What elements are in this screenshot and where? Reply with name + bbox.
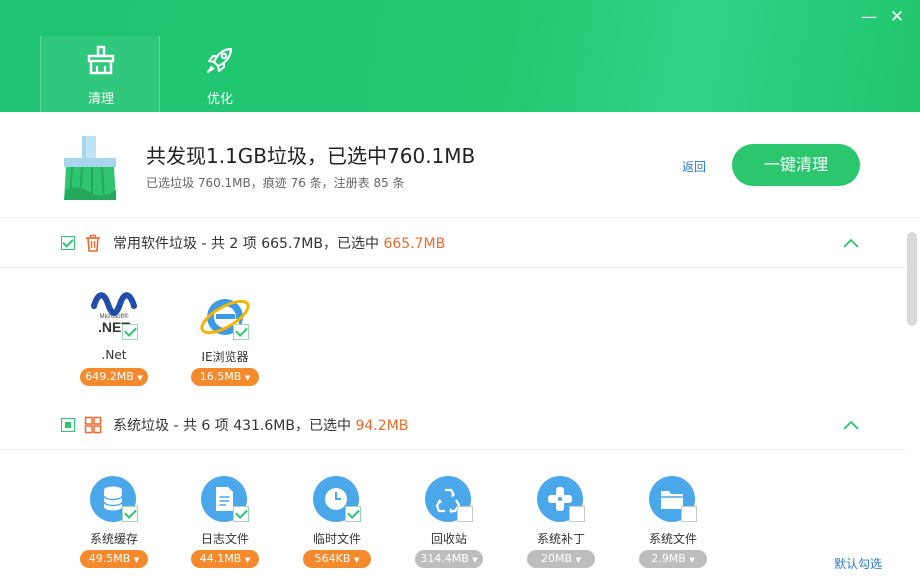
item-size-dropdown[interactable]: 20MB ▼ bbox=[527, 550, 595, 568]
junk-item-system-cache[interactable]: 系统缓存 49.5MB ▼ bbox=[74, 472, 154, 572]
default-select-link[interactable]: 默认勾选 bbox=[834, 555, 882, 572]
item-size-dropdown[interactable]: 314.4MB ▼ bbox=[415, 550, 483, 568]
vertical-scrollbar[interactable] bbox=[907, 232, 917, 326]
junk-item-system-patches[interactable]: 系统补丁 20MB ▼ bbox=[521, 472, 601, 572]
minimize-button[interactable]: — bbox=[858, 6, 880, 28]
close-button[interactable]: ✕ bbox=[886, 6, 908, 28]
chevron-down-icon: ▼ bbox=[137, 374, 143, 382]
section-header-software: 常用软件垃圾 - 共 2 项 665.7MB，已选中 665.7MB bbox=[0, 218, 905, 268]
section-selected-size: 94.2MB bbox=[355, 418, 409, 434]
broom-icon bbox=[87, 45, 115, 75]
item-name: 系统补丁 bbox=[536, 532, 585, 546]
item-size-dropdown[interactable]: 44.1MB ▼ bbox=[191, 550, 259, 568]
tab-clean[interactable]: 清理 bbox=[40, 36, 160, 112]
item-checkbox[interactable] bbox=[681, 506, 697, 522]
item-checkbox[interactable] bbox=[569, 506, 585, 522]
item-checkbox[interactable] bbox=[457, 506, 473, 522]
chevron-down-icon: ▼ bbox=[244, 374, 251, 382]
chevron-down-icon: ▼ bbox=[133, 556, 140, 564]
chevron-up-icon[interactable] bbox=[843, 420, 859, 430]
junk-item-temp-files[interactable]: 临时文件 564KB ▼ bbox=[297, 472, 377, 572]
item-checkbox[interactable] bbox=[122, 506, 138, 522]
section-checkbox[interactable] bbox=[61, 236, 75, 250]
broom-illustration-icon bbox=[64, 136, 116, 201]
item-checkbox[interactable] bbox=[345, 506, 361, 522]
section-selected-size: 665.7MB bbox=[383, 236, 446, 252]
rocket-icon bbox=[207, 47, 233, 73]
section-title: 系统垃圾 - 共 6 项 431.6MB，已选中 94.2MB bbox=[113, 415, 408, 435]
item-checkbox[interactable] bbox=[233, 506, 249, 522]
item-size: 20MB bbox=[541, 552, 573, 565]
junk-item-system-files[interactable]: 系统文件 2.9MB ▼ bbox=[633, 472, 713, 572]
item-checkbox[interactable] bbox=[122, 324, 138, 340]
item-name: 日志文件 bbox=[200, 532, 249, 546]
tab-optimize[interactable]: 优化 bbox=[160, 36, 280, 112]
chevron-down-icon: ▼ bbox=[472, 556, 478, 564]
junk-item-recycle-bin[interactable]: 回收站 314.4MB ▼ bbox=[409, 472, 489, 572]
chevron-down-icon: ▼ bbox=[353, 556, 360, 564]
section-title: 常用软件垃圾 - 共 2 项 665.7MB，已选中 665.7MB bbox=[113, 233, 445, 253]
item-name: 回收站 bbox=[430, 532, 467, 546]
junk-item-dotnet[interactable]: Microsoft® .NET .Net 649.2MB ▼ bbox=[74, 290, 154, 390]
junk-item-ie[interactable]: IE浏览器 16.5MB ▼ bbox=[185, 290, 265, 390]
item-name: 临时文件 bbox=[312, 532, 361, 546]
item-size: 2.9MB bbox=[651, 552, 686, 565]
summary-title: 共发现1.1GB垃圾，已选中760.1MB bbox=[146, 144, 476, 168]
back-link[interactable]: 返回 bbox=[682, 158, 706, 175]
item-checkbox[interactable] bbox=[233, 324, 249, 340]
scan-summary: 共发现1.1GB垃圾，已选中760.1MB 已选垃圾 760.1MB，痕迹 76… bbox=[0, 112, 920, 218]
item-size: 314.4MB bbox=[420, 552, 469, 565]
item-size: 649.2MB bbox=[85, 370, 134, 383]
summary-subtitle: 已选垃圾 760.1MB，痕迹 76 条，注册表 85 条 bbox=[146, 176, 405, 190]
item-name: IE浏览器 bbox=[201, 350, 249, 364]
item-size: 49.5MB bbox=[88, 552, 131, 565]
item-size: 564KB bbox=[314, 552, 351, 565]
junk-item-log-files[interactable]: 日志文件 44.1MB ▼ bbox=[185, 472, 265, 572]
item-name: 系统缓存 bbox=[89, 532, 138, 546]
one-click-clean-button[interactable]: 一键清理 bbox=[732, 144, 860, 186]
chevron-down-icon: ▼ bbox=[689, 556, 695, 564]
windows-icon bbox=[84, 416, 102, 434]
item-size-dropdown[interactable]: 49.5MB ▼ bbox=[80, 550, 148, 568]
item-size-dropdown[interactable]: 16.5MB ▼ bbox=[191, 368, 259, 386]
item-size-dropdown[interactable]: 564KB ▼ bbox=[303, 550, 371, 568]
item-name: .Net bbox=[101, 348, 127, 362]
item-size-dropdown[interactable]: 2.9MB ▼ bbox=[639, 550, 707, 568]
header: — ✕ 清理 优化 bbox=[0, 0, 920, 112]
section-title-text: 常用软件垃圾 - 共 2 项 665.7MB，已选中 bbox=[113, 236, 384, 252]
chevron-down-icon: ▼ bbox=[575, 556, 581, 564]
item-size: 16.5MB bbox=[199, 370, 242, 383]
item-size: 44.1MB bbox=[199, 552, 242, 565]
trash-icon bbox=[86, 234, 100, 252]
item-name: 系统文件 bbox=[648, 532, 697, 546]
tab-label: 清理 bbox=[87, 92, 114, 107]
tab-label: 优化 bbox=[206, 92, 233, 107]
item-size-dropdown[interactable]: 649.2MB ▼ bbox=[80, 368, 148, 386]
section-header-system: 系统垃圾 - 共 6 项 431.6MB，已选中 94.2MB bbox=[0, 400, 905, 450]
section-title-text: 系统垃圾 - 共 6 项 431.6MB，已选中 bbox=[113, 418, 356, 434]
chevron-down-icon: ▼ bbox=[244, 556, 251, 564]
chevron-up-icon[interactable] bbox=[843, 238, 859, 248]
section-checkbox[interactable] bbox=[61, 418, 75, 432]
